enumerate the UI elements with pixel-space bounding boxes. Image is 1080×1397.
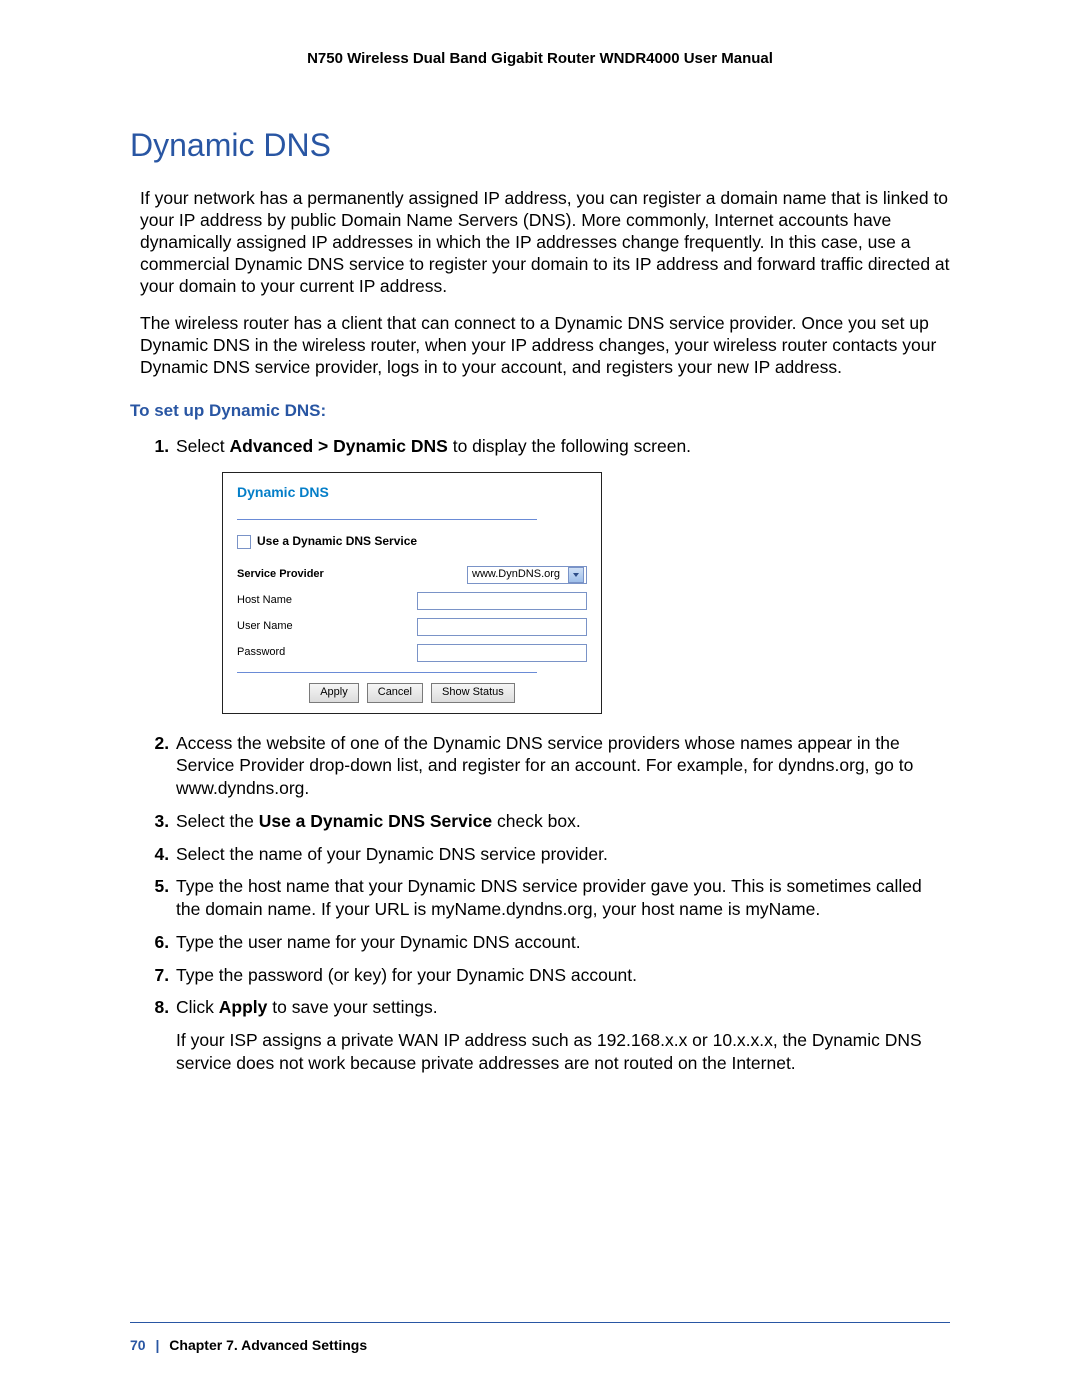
- password-label: Password: [237, 645, 285, 659]
- intro-paragraph-1: If your network has a permanently assign…: [140, 188, 950, 297]
- use-ddns-row: Use a Dynamic DNS Service: [237, 534, 587, 550]
- intro-paragraph-2: The wireless router has a client that ca…: [140, 313, 950, 379]
- step-6: Type the user name for your Dynamic DNS …: [174, 931, 950, 954]
- show-status-button[interactable]: Show Status: [431, 683, 515, 703]
- service-provider-value: www.DynDNS.org: [472, 567, 560, 581]
- ddns-screenshot: Dynamic DNS Use a Dynamic DNS Service Se…: [222, 472, 602, 714]
- use-ddns-checkbox[interactable]: [237, 535, 251, 549]
- setup-subhead: To set up Dynamic DNS:: [130, 401, 950, 421]
- page-title: Dynamic DNS: [130, 127, 950, 164]
- user-name-label: User Name: [237, 619, 293, 633]
- document-header: N750 Wireless Dual Band Gigabit Router W…: [130, 50, 950, 67]
- use-ddns-label: Use a Dynamic DNS Service: [257, 534, 417, 550]
- step-1: Select Advanced > Dynamic DNS to display…: [174, 435, 950, 714]
- footer-rule: [130, 1322, 950, 1323]
- step-3: Select the Use a Dynamic DNS Service che…: [174, 810, 950, 833]
- password-row: Password: [237, 644, 587, 662]
- divider: [237, 672, 537, 673]
- service-provider-row: Service Provider www.DynDNS.org: [237, 566, 587, 584]
- apply-button[interactable]: Apply: [309, 683, 359, 703]
- password-input[interactable]: [417, 644, 587, 662]
- step-7: Type the password (or key) for your Dyna…: [174, 964, 950, 987]
- manual-page: N750 Wireless Dual Band Gigabit Router W…: [0, 0, 1080, 1397]
- page-footer: 70 | Chapter 7. Advanced Settings: [130, 1337, 367, 1353]
- host-name-input[interactable]: [417, 592, 587, 610]
- step-8-note: If your ISP assigns a private WAN IP add…: [176, 1029, 950, 1075]
- step-4: Select the name of your Dynamic DNS serv…: [174, 843, 950, 866]
- user-name-input[interactable]: [417, 618, 587, 636]
- service-provider-label: Service Provider: [237, 567, 324, 581]
- host-name-row: Host Name: [237, 592, 587, 610]
- step-8: Click Apply to save your settings. If yo…: [174, 996, 950, 1074]
- service-provider-select[interactable]: www.DynDNS.org: [467, 566, 587, 584]
- setup-steps: Select Advanced > Dynamic DNS to display…: [130, 435, 950, 1075]
- screenshot-title: Dynamic DNS: [237, 483, 587, 501]
- chevron-down-icon: [568, 567, 584, 583]
- divider: [237, 519, 537, 520]
- footer-separator: |: [149, 1337, 165, 1353]
- chapter-label: Chapter 7. Advanced Settings: [169, 1337, 367, 1353]
- step-5: Type the host name that your Dynamic DNS…: [174, 875, 950, 921]
- cancel-button[interactable]: Cancel: [367, 683, 423, 703]
- host-name-label: Host Name: [237, 593, 292, 607]
- step-2: Access the website of one of the Dynamic…: [174, 732, 950, 800]
- page-number: 70: [130, 1337, 146, 1353]
- button-row: Apply Cancel Show Status: [237, 683, 587, 703]
- user-name-row: User Name: [237, 618, 587, 636]
